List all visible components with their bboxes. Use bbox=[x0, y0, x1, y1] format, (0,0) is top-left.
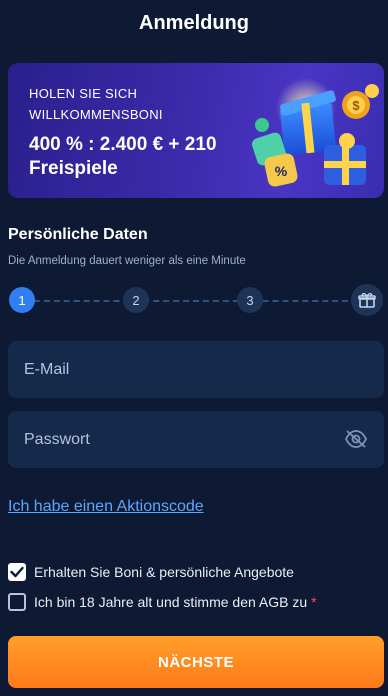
banner-eyebrow: HOLEN SIE SICH WILLKOMMENSBONI bbox=[29, 86, 163, 122]
email-placeholder: E-Mail bbox=[24, 360, 70, 378]
stepper-line bbox=[24, 300, 368, 302]
password-field[interactable]: Passwort bbox=[8, 411, 384, 468]
terms-consent-checkbox[interactable] bbox=[8, 593, 26, 611]
next-button[interactable]: NÄCHSTE bbox=[8, 636, 384, 688]
banner-offer: 400 % : 2.400 € + 210 Freispiele bbox=[29, 134, 217, 179]
step-1: 1 bbox=[9, 287, 35, 313]
check-icon bbox=[10, 566, 24, 578]
bonus-consent-label: Erhalten Sie Boni & persönliche Angebote bbox=[34, 564, 294, 580]
password-placeholder: Passwort bbox=[24, 430, 90, 448]
terms-consent-row[interactable]: Ich bin 18 Jahre alt und stimme den AGB … bbox=[8, 593, 317, 611]
section-title: Persönliche Daten bbox=[8, 226, 148, 243]
welcome-bonus-banner[interactable]: HOLEN SIE SICH WILLKOMMENSBONI 400 % : 2… bbox=[8, 63, 384, 198]
terms-consent-label: Ich bin 18 Jahre alt und stimme den AGB … bbox=[34, 594, 308, 610]
svg-text:$: $ bbox=[352, 98, 360, 113]
promo-code-link[interactable]: Ich habe einen Aktionscode bbox=[8, 498, 204, 516]
gift-boxes-illustration: % $ bbox=[251, 78, 379, 187]
bonus-consent-row[interactable]: Erhalten Sie Boni & persönliche Angebote bbox=[8, 563, 294, 581]
eye-off-icon[interactable] bbox=[344, 429, 368, 449]
page-title: Anmeldung bbox=[139, 11, 249, 34]
step-2: 2 bbox=[123, 287, 149, 313]
bonus-consent-checkbox[interactable] bbox=[8, 563, 26, 581]
required-marker: * bbox=[311, 594, 317, 610]
registration-stepper: 1 2 3 bbox=[8, 284, 384, 317]
email-field[interactable]: E-Mail bbox=[8, 341, 384, 398]
page-header: Anmeldung bbox=[0, 0, 388, 46]
gift-icon bbox=[351, 284, 383, 316]
section-subtitle: Die Anmeldung dauert weniger als eine Mi… bbox=[8, 255, 246, 267]
svg-text:%: % bbox=[275, 163, 288, 179]
step-3: 3 bbox=[237, 287, 263, 313]
